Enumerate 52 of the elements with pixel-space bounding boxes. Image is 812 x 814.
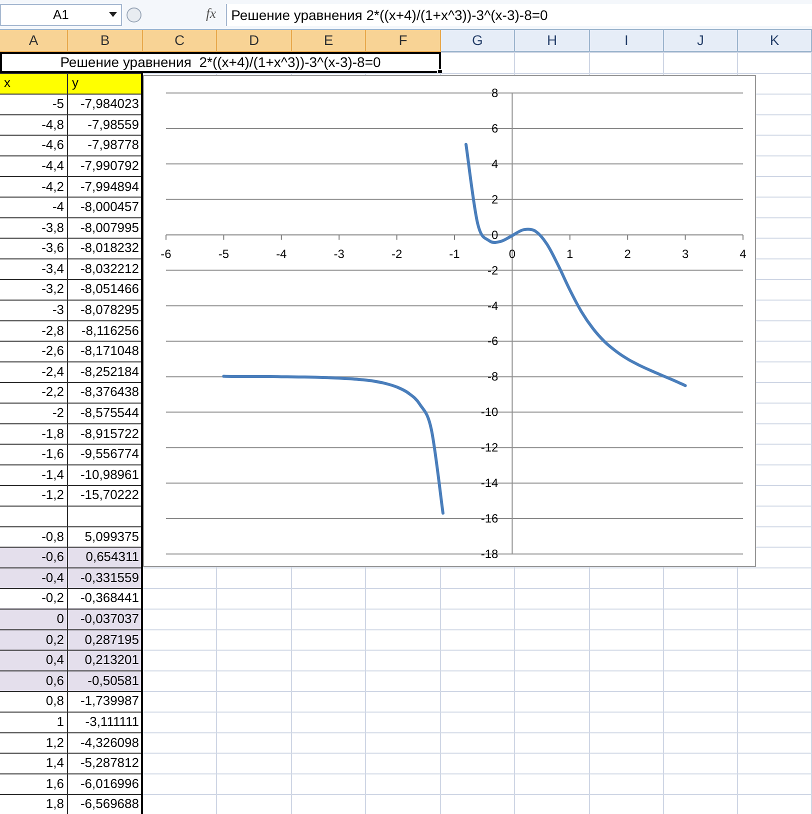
tick-label: -1	[449, 246, 460, 261]
tick-label: 6	[492, 121, 498, 136]
column-heading: x	[0, 73, 68, 94]
dropdown-icon	[109, 12, 117, 17]
tick-label: 3	[682, 246, 689, 261]
tick-label: -16	[480, 512, 498, 526]
insert-function-button[interactable]: fx	[202, 4, 220, 25]
tick-label: -8	[488, 370, 498, 384]
column-header[interactable]: E	[292, 30, 366, 52]
column-header[interactable]: C	[143, 30, 217, 52]
table-cell: -0,331559	[68, 567, 143, 588]
tick-label: 8	[492, 86, 498, 100]
table-cell: 0	[0, 608, 68, 630]
tick-label: 4	[740, 246, 746, 261]
tick-label: -2	[391, 246, 402, 261]
tick-label: 2	[624, 246, 631, 261]
table-cell: 0,6	[0, 670, 68, 691]
tick-label: -10	[480, 405, 498, 420]
tick-label: -6	[160, 246, 172, 261]
table-cell: 0,2	[0, 629, 68, 650]
tick-label: 4	[492, 156, 498, 171]
tick-label: -5	[218, 246, 230, 261]
column-header[interactable]: H	[515, 30, 590, 52]
tick-label: -18	[480, 547, 498, 561]
name-box[interactable]: A1	[0, 4, 122, 26]
table-cell: -0,037037	[68, 608, 143, 630]
table-cell: -0,50581	[68, 670, 143, 691]
tick-label: 1	[566, 246, 574, 261]
tick-label: 0	[508, 246, 516, 261]
tick-label: -4	[276, 246, 287, 261]
column-header[interactable]: K	[738, 30, 812, 52]
column-heading: y	[68, 73, 143, 94]
column-header[interactable]: B	[68, 30, 143, 52]
table-cell: -0,4	[0, 567, 68, 588]
tick-label: 0	[492, 228, 498, 242]
column-header[interactable]: I	[590, 30, 664, 52]
tick-label: -12	[480, 440, 498, 455]
tick-label: -6	[488, 334, 498, 348]
table-cell: 0,287195	[68, 629, 143, 650]
tick-label: -4	[488, 298, 498, 313]
tick-label: -14	[480, 476, 498, 490]
column-header[interactable]: A	[0, 30, 68, 52]
column-header[interactable]: J	[664, 30, 738, 52]
title-cell-text: Решение уравнения 2*((x+4)/(1+x^3))-3^(x-3)-8=0	[60, 53, 381, 72]
column-header[interactable]: F	[366, 30, 441, 52]
tick-label: -3	[334, 246, 344, 261]
tick-label: 2	[492, 192, 498, 206]
tick-label: -2	[488, 263, 498, 278]
formula-field[interactable]: Решение уравнения 2*((x+4)/(1+x^3))-3^(x-3)-8=0	[226, 4, 812, 26]
resize-handle-icon[interactable]	[126, 6, 142, 24]
column-header[interactable]: G	[441, 30, 515, 52]
column-header[interactable]: D	[217, 30, 292, 52]
